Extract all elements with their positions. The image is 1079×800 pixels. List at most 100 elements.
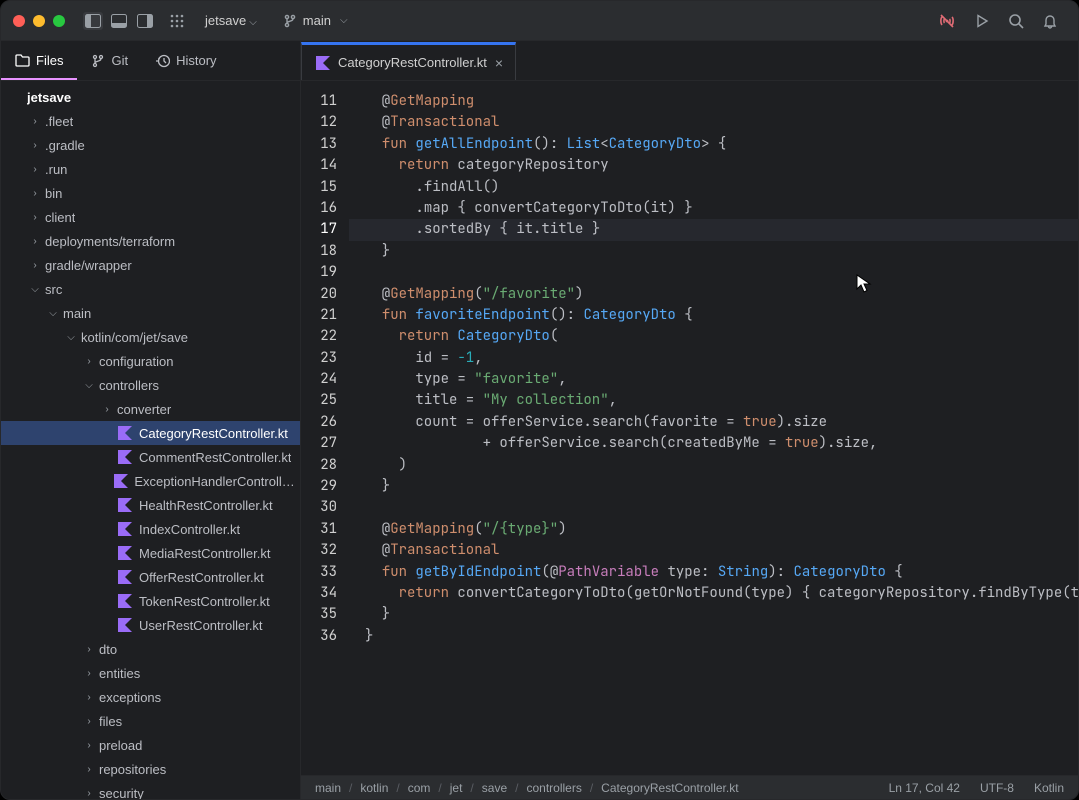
tree-item[interactable]: ›bin [1, 181, 300, 205]
tree-item[interactable]: ›deployments/terraform [1, 229, 300, 253]
code-line[interactable]: } [349, 476, 1078, 497]
signal-icon[interactable] [938, 12, 956, 30]
language[interactable]: Kotlin [1034, 781, 1064, 795]
left-panel-toggle[interactable] [83, 12, 103, 30]
encoding[interactable]: UTF-8 [980, 781, 1014, 795]
tree-item[interactable]: ›.run [1, 157, 300, 181]
tree-item[interactable]: ›.gradle [1, 133, 300, 157]
tree-item[interactable]: ›client [1, 205, 300, 229]
branch-selector[interactable]: main⌵ [283, 13, 348, 28]
search-icon[interactable] [1008, 13, 1024, 29]
close-window-button[interactable] [13, 15, 25, 27]
chevron-right-icon: › [101, 404, 113, 415]
tree-item[interactable]: IndexController.kt [1, 517, 300, 541]
tree-item-label: CommentRestController.kt [139, 450, 291, 465]
code-line[interactable]: .map { convertCategoryToDto(it) } [349, 198, 1078, 219]
tree-item[interactable]: ExceptionHandlerController.kt [1, 469, 300, 493]
breadcrumb-item[interactable]: controllers [526, 781, 581, 795]
code-line[interactable]: id = -1, [349, 348, 1078, 369]
breadcrumb-separator: / [396, 781, 399, 795]
tree-item[interactable]: ›exceptions [1, 685, 300, 709]
tree-item[interactable]: CategoryRestController.kt [1, 421, 300, 445]
right-panel-toggle[interactable] [135, 12, 155, 30]
tree-item[interactable]: ›.fleet [1, 109, 300, 133]
code-line[interactable]: title = "My collection", [349, 390, 1078, 411]
tree-item[interactable]: ›gradle/wrapper [1, 253, 300, 277]
bottom-panel-toggle[interactable] [109, 12, 129, 30]
breadcrumb-item[interactable]: com [408, 781, 431, 795]
editor-tab[interactable]: CategoryRestController.kt × [301, 42, 516, 80]
code-line[interactable]: fun favoriteEndpoint(): CategoryDto { [349, 305, 1078, 326]
breadcrumb-item[interactable]: kotlin [360, 781, 388, 795]
code-line[interactable]: } [349, 604, 1078, 625]
tree-item[interactable]: ›files [1, 709, 300, 733]
tree-item[interactable]: TokenRestController.kt [1, 589, 300, 613]
breadcrumb-separator: / [470, 781, 473, 795]
maximize-window-button[interactable] [53, 15, 65, 27]
statusbar: main/kotlin/com/jet/save/controllers/Cat… [301, 775, 1078, 799]
code-editor[interactable]: 1112131415161718192021222324252627282930… [301, 81, 1078, 775]
tree-item[interactable]: OfferRestController.kt [1, 565, 300, 589]
code-line[interactable]: @GetMapping("/favorite") [349, 284, 1078, 305]
code-line[interactable]: type = "favorite", [349, 369, 1078, 390]
tree-item[interactable]: ⌵main [1, 301, 300, 325]
project-selector[interactable]: jetsave⌵ [205, 13, 257, 28]
code-line[interactable]: return convertCategoryToDto(getOrNotFoun… [349, 583, 1078, 604]
kotlin-file-icon [117, 546, 133, 560]
tree-item[interactable]: ›configuration [1, 349, 300, 373]
code-line[interactable] [349, 262, 1078, 283]
code-line[interactable]: fun getAllEndpoint(): List<CategoryDto> … [349, 134, 1078, 155]
line-number: 23 [301, 348, 337, 369]
breadcrumb-item[interactable]: save [482, 781, 507, 795]
code-line[interactable]: } [349, 626, 1078, 647]
sidebar-tab-history[interactable]: History [142, 41, 230, 80]
bell-icon[interactable] [1042, 13, 1058, 29]
cursor-position[interactable]: Ln 17, Col 42 [889, 781, 960, 795]
grid-icon[interactable] [167, 14, 187, 28]
line-number: 18 [301, 241, 337, 262]
code-line[interactable]: } [349, 241, 1078, 262]
tree-item[interactable]: ›repositories [1, 757, 300, 781]
line-number: 27 [301, 433, 337, 454]
tree-item[interactable]: HealthRestController.kt [1, 493, 300, 517]
line-number: 25 [301, 390, 337, 411]
tree-item[interactable]: ⌵controllers [1, 373, 300, 397]
code-line[interactable] [349, 497, 1078, 518]
code-line[interactable]: .sortedBy { it.title } [349, 219, 1078, 240]
tree-item[interactable]: MediaRestController.kt [1, 541, 300, 565]
code-line[interactable]: @GetMapping("/{type}") [349, 519, 1078, 540]
tree-item[interactable]: ›dto [1, 637, 300, 661]
minimize-window-button[interactable] [33, 15, 45, 27]
tree-item[interactable]: UserRestController.kt [1, 613, 300, 637]
tree-item[interactable]: ›converter [1, 397, 300, 421]
sidebar-tab-git[interactable]: Git [77, 41, 142, 80]
code-content[interactable]: @GetMapping @Transactional fun getAllEnd… [349, 81, 1078, 775]
breadcrumb-item[interactable]: CategoryRestController.kt [601, 781, 738, 795]
code-line[interactable]: return CategoryDto( [349, 326, 1078, 347]
tree-item[interactable]: ⌵kotlin/com/jet/save [1, 325, 300, 349]
tree-item[interactable]: jetsave [1, 85, 300, 109]
tree-item[interactable]: ›preload [1, 733, 300, 757]
code-line[interactable]: .findAll() [349, 177, 1078, 198]
line-number: 19 [301, 262, 337, 283]
editor-tabs: CategoryRestController.kt × [301, 41, 1078, 81]
code-line[interactable]: @Transactional [349, 112, 1078, 133]
close-tab-icon[interactable]: × [495, 55, 503, 71]
code-line[interactable]: @Transactional [349, 540, 1078, 561]
code-line[interactable]: fun getByIdEndpoint(@PathVariable type: … [349, 562, 1078, 583]
breadcrumb-item[interactable]: jet [450, 781, 463, 795]
breadcrumb-item[interactable]: main [315, 781, 341, 795]
code-line[interactable]: return categoryRepository [349, 155, 1078, 176]
tree-item[interactable]: ⌵src [1, 277, 300, 301]
tree-item[interactable]: ›entities [1, 661, 300, 685]
tree-item[interactable]: CommentRestController.kt [1, 445, 300, 469]
code-line[interactable]: + offerService.search(createdByMe = true… [349, 433, 1078, 454]
file-tree[interactable]: jetsave›.fleet›.gradle›.run›bin›client›d… [1, 81, 300, 799]
code-line[interactable]: count = offerService.search(favorite = t… [349, 412, 1078, 433]
code-line[interactable]: ) [349, 455, 1078, 476]
breadcrumbs[interactable]: main/kotlin/com/jet/save/controllers/Cat… [315, 781, 739, 795]
tree-item[interactable]: ›security [1, 781, 300, 799]
code-line[interactable]: @GetMapping [349, 91, 1078, 112]
sidebar-tab-files[interactable]: Files [1, 41, 77, 80]
run-icon[interactable] [974, 13, 990, 29]
